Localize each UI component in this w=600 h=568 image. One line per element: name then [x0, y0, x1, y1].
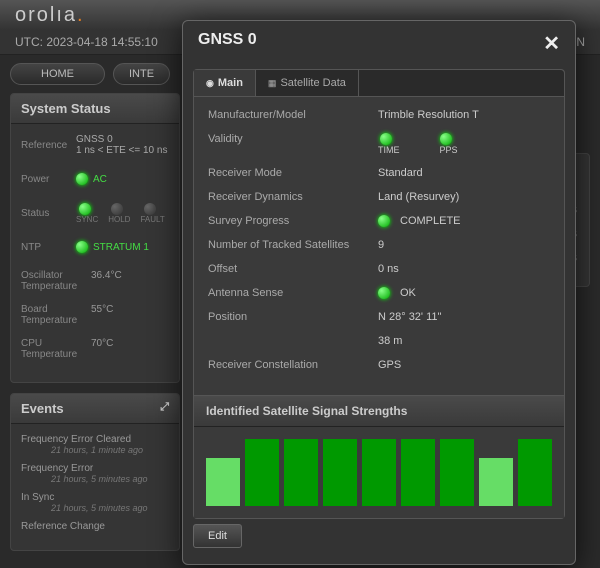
- signal-bar: [401, 439, 435, 506]
- signal-bar: [245, 439, 279, 506]
- ntp-value: STRATUM 1: [93, 242, 149, 253]
- reference-ete: 1 ns < ETE <= 10 ns: [76, 145, 167, 156]
- time-led-icon: [380, 133, 392, 145]
- board-temp-label: Board Temperature: [21, 304, 91, 326]
- osc-temp-label: Oscillator Temperature: [21, 270, 91, 292]
- ntp-label: NTP: [21, 242, 76, 253]
- cpu-temp-label: CPU Temperature: [21, 338, 91, 360]
- expand-icon[interactable]: ⤢: [160, 401, 169, 416]
- power-value: AC: [93, 174, 107, 185]
- modal-title: GNSS 0: [198, 31, 257, 56]
- utc-time: UTC: 2023-04-18 14:55:10: [15, 35, 158, 49]
- gnss-modal: GNSS 0 ✕ ◉Main ▦Satellite Data Manufactu…: [182, 20, 576, 565]
- signal-bar: [518, 439, 552, 506]
- signal-bar: [284, 439, 318, 506]
- osc-temp-value: 36.4°C: [91, 270, 122, 292]
- cpu-temp-value: 70°C: [91, 338, 113, 360]
- offset-value: 0 ns: [378, 263, 550, 275]
- tab-main[interactable]: ◉Main: [194, 70, 256, 96]
- system-status-title: System Status: [11, 94, 179, 124]
- close-icon[interactable]: ✕: [543, 31, 560, 56]
- tab-satellite-data[interactable]: ▦Satellite Data: [256, 70, 359, 96]
- signal-bar: [362, 439, 396, 506]
- reference-value: GNSS 0: [76, 134, 113, 145]
- events-title: Events: [21, 401, 64, 416]
- event-item: Frequency Error21 hours, 5 minutes ago: [21, 463, 169, 484]
- position-lat: N 28° 32' 11": [378, 311, 550, 323]
- pps-valid-led-icon: [440, 133, 452, 145]
- satellite-strengths-title: Identified Satellite Signal Strengths: [194, 395, 564, 427]
- board-temp-value: 55°C: [91, 304, 113, 326]
- event-item: In Sync21 hours, 5 minutes ago: [21, 492, 169, 513]
- receiver-dynamics: Land (Resurvey): [378, 191, 550, 203]
- power-label: Power: [21, 174, 76, 185]
- survey-progress: COMPLETE: [400, 215, 461, 227]
- logo: orolıa.: [15, 4, 85, 27]
- position-alt: 38 m: [378, 335, 550, 347]
- receiver-constellation: GPS: [378, 359, 550, 371]
- reference-label: Reference: [21, 140, 76, 151]
- event-item: Reference Change: [21, 521, 169, 532]
- edit-button[interactable]: Edit: [193, 524, 242, 548]
- antenna-led-icon: [378, 287, 390, 299]
- receiver-mode: Standard: [378, 167, 550, 179]
- power-led-icon: [76, 173, 88, 185]
- satellite-chart: [194, 427, 564, 518]
- antenna-sense: OK: [400, 287, 416, 299]
- signal-bar: [479, 458, 513, 506]
- event-item: Frequency Error Cleared21 hours, 1 minut…: [21, 434, 169, 455]
- ntp-led-icon: [76, 241, 88, 253]
- home-button[interactable]: HOME: [10, 63, 105, 85]
- nav-button-2[interactable]: INTE: [113, 63, 170, 85]
- sync-led-icon: [79, 203, 91, 215]
- status-label: Status: [21, 208, 76, 219]
- fault-led-icon: [144, 203, 156, 215]
- signal-bar: [206, 458, 240, 506]
- survey-led-icon: [378, 215, 390, 227]
- signal-bar: [440, 439, 474, 506]
- hold-led-icon: [111, 203, 123, 215]
- signal-bar: [323, 439, 357, 506]
- system-status-panel: System Status Reference GNSS 0 1 ns < ET…: [10, 93, 180, 383]
- manufacturer-model: Trimble Resolution T: [378, 109, 550, 121]
- tracked-satellites: 9: [378, 239, 550, 251]
- events-panel: Events ⤢ Frequency Error Cleared21 hours…: [10, 393, 180, 551]
